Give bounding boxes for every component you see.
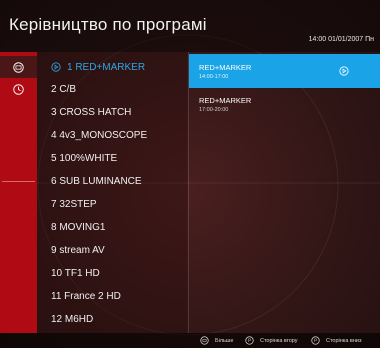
page-up-button-icon: P (245, 336, 254, 345)
svg-text:P: P (314, 338, 317, 344)
footer-page-up[interactable]: P Сторінка вгору (245, 336, 298, 345)
channel-label: 1 RED+MARKER (67, 61, 146, 73)
channel-item[interactable]: 7 32STEP (37, 193, 188, 215)
channel-item[interactable]: 11 France 2 HD (37, 285, 188, 307)
footer-page-down-label: Сторінка вниз (326, 337, 362, 344)
channel-label: 9 stream AV (51, 244, 105, 256)
channel-label: 10 TF1 HD (51, 267, 100, 279)
channel-item[interactable]: 10 TF1 HD (37, 262, 188, 284)
channel-item[interactable]: 3 CROSS HATCH (37, 101, 188, 123)
channel-label: 3 CROSS HATCH (51, 106, 132, 118)
channel-item[interactable]: 4 4v3_MONOSCOPE (37, 124, 188, 146)
page-down-button-icon: P (311, 336, 320, 345)
svg-text:P: P (248, 338, 251, 344)
header-bar: Керівництво по програмі 14:00 01/01/2007… (0, 0, 380, 52)
channel-item[interactable]: 2 C/B (37, 78, 188, 100)
program-time: 14:00-17:00 (199, 74, 229, 80)
channel-label: 4 4v3_MONOSCOPE (51, 129, 148, 141)
channel-item[interactable]: 8 MOVING1 (37, 216, 188, 238)
page-title: Керівництво по програмі (9, 15, 207, 34)
channel-item[interactable]: 5 100%WHITE (37, 147, 188, 169)
channel-item[interactable]: 1 RED+MARKER (37, 56, 188, 78)
channel-label: 6 SUB LUMINANCE (51, 175, 142, 187)
channel-label: 12 M6HD (51, 313, 94, 325)
footer-page-down[interactable]: P Сторінка вниз (311, 336, 361, 345)
program-title: RED+MARKER (199, 96, 252, 105)
channel-item[interactable]: 6 SUB LUMINANCE (37, 170, 188, 192)
left-rail (0, 52, 37, 333)
channel-label: 2 C/B (51, 83, 77, 95)
channel-label: 7 32STEP (51, 198, 97, 210)
clock-readout: 14:00 01/01/2007 Пн (308, 36, 374, 43)
footer-page-up-label: Сторінка вгору (260, 337, 298, 344)
channel-list: 1 RED+MARKER 2 C/B 3 CROSS HATCH 4 4v3_M… (37, 52, 188, 333)
menu-button-icon (200, 336, 209, 345)
channel-label: 8 MOVING1 (51, 221, 106, 233)
rail-divider (2, 181, 35, 182)
channel-list-icon (13, 61, 24, 73)
channel-label: 5 100%WHITE (51, 152, 118, 164)
footer-more[interactable]: Більше (200, 336, 233, 345)
program-title: RED+MARKER (199, 63, 252, 72)
footer-more-label: Більше (215, 337, 234, 344)
rail-item-channels[interactable] (0, 56, 37, 78)
footer-hints: Більше P Сторінка вгору P Сторінка вниз (0, 333, 380, 348)
program-time: 17:00-20:00 (199, 107, 229, 113)
play-icon (339, 66, 349, 76)
play-icon (51, 62, 61, 72)
program-item[interactable]: RED+MARKER 14:00-17:00 (189, 54, 380, 88)
channel-item[interactable]: 9 stream AV (37, 239, 188, 261)
program-item[interactable]: RED+MARKER 17:00-20:00 (189, 87, 380, 121)
channel-item[interactable]: 12 M6HD (37, 308, 188, 330)
clock-icon (13, 83, 24, 95)
channel-label: 11 France 2 HD (51, 290, 121, 302)
rail-item-schedule[interactable] (0, 78, 37, 100)
